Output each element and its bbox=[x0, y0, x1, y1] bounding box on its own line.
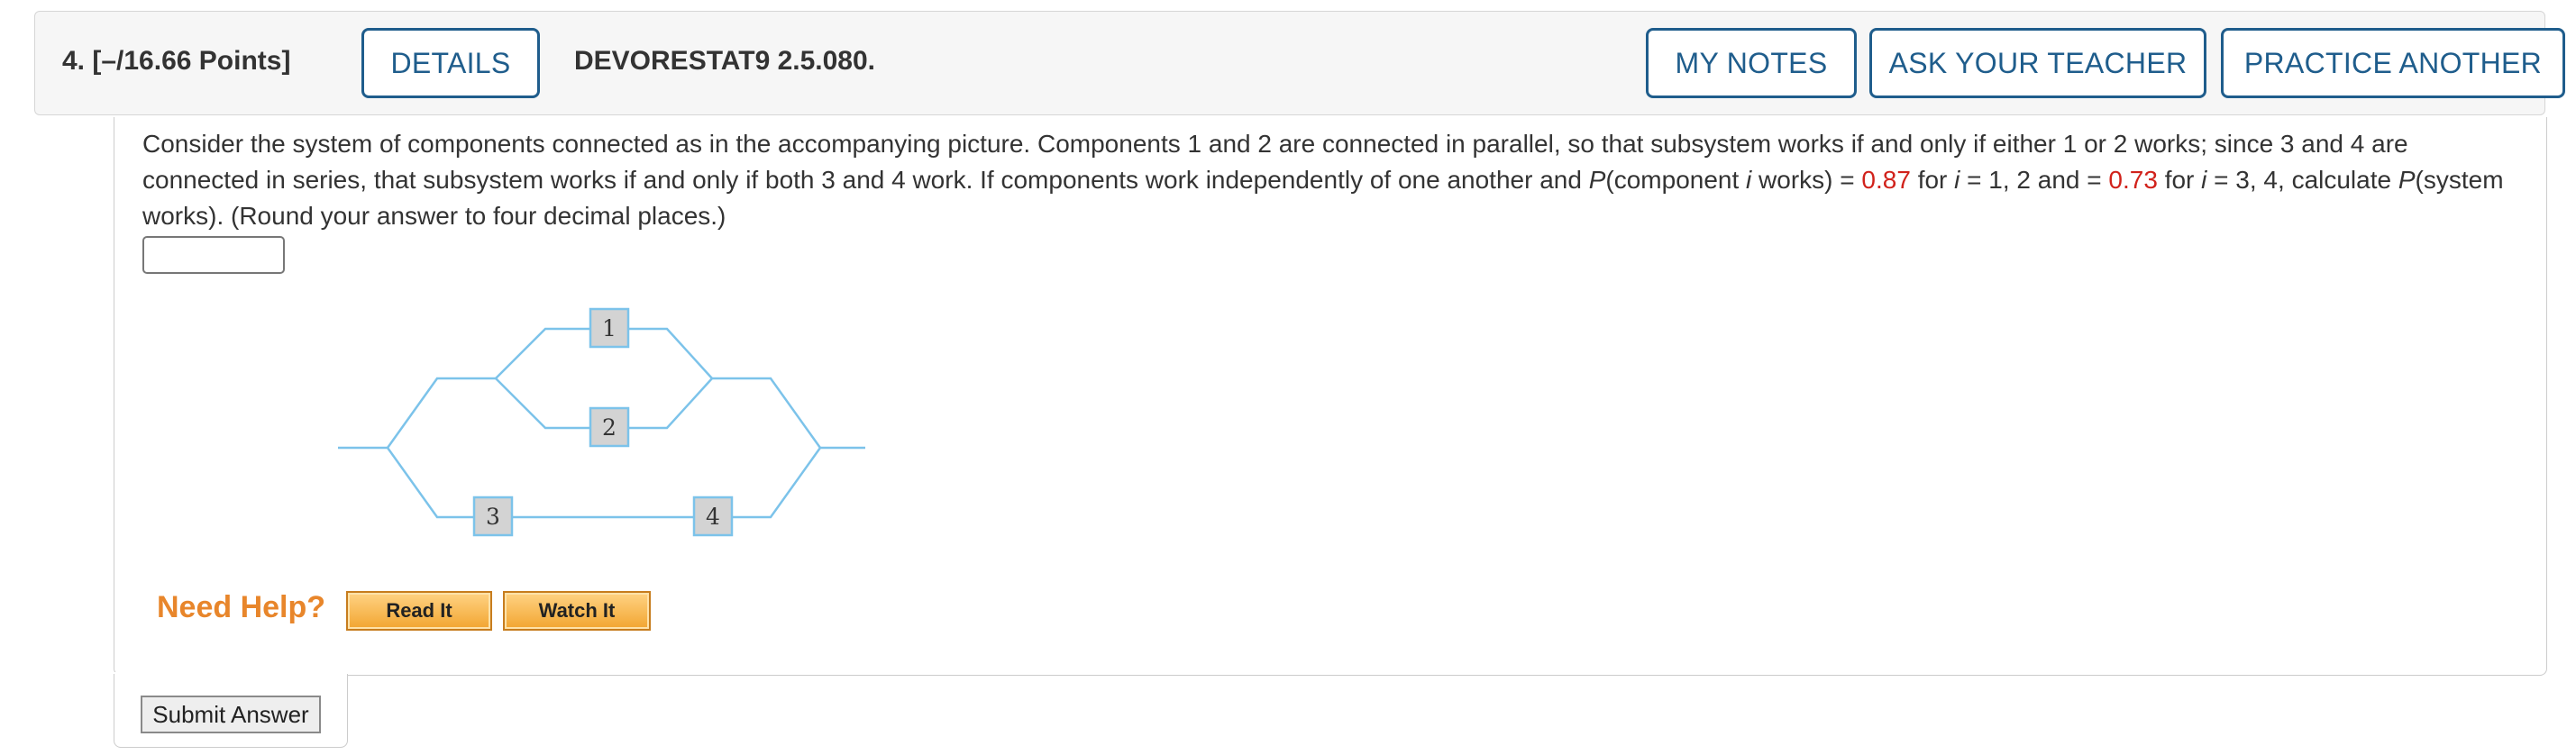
component-3: 3 bbox=[472, 496, 514, 537]
need-help-label: Need Help? bbox=[157, 590, 326, 624]
component-2: 2 bbox=[589, 406, 630, 448]
read-it-button[interactable]: Read It bbox=[346, 591, 492, 631]
watch-it-button[interactable]: Watch It bbox=[503, 591, 651, 631]
details-button[interactable]: DETAILS bbox=[361, 28, 540, 98]
problem-code: DEVORESTAT9 2.5.080. bbox=[574, 46, 876, 76]
system-diagram: 1 2 3 4 bbox=[338, 307, 865, 537]
component-4: 4 bbox=[692, 496, 734, 537]
component-3-label: 3 bbox=[486, 504, 500, 530]
submit-answer-button[interactable]: Submit Answer bbox=[141, 696, 321, 733]
component-1: 1 bbox=[589, 307, 630, 349]
component-1-label: 1 bbox=[602, 315, 617, 341]
my-notes-button[interactable]: MY NOTES bbox=[1646, 28, 1857, 98]
question-points: 4. [–/16.66 Points] bbox=[62, 46, 291, 76]
probability-value-2: 0.73 bbox=[2108, 166, 2158, 194]
answer-input[interactable] bbox=[142, 236, 285, 274]
component-4-label: 4 bbox=[706, 504, 720, 530]
probability-value-1: 0.87 bbox=[1861, 166, 1911, 194]
practice-another-button[interactable]: PRACTICE ANOTHER bbox=[2221, 28, 2565, 98]
question-text: Consider the system of components connec… bbox=[142, 130, 2504, 230]
question-header: 4. [–/16.66 Points] DETAILS DEVORESTAT9 … bbox=[34, 11, 2565, 115]
component-2-label: 2 bbox=[602, 414, 617, 441]
ask-your-teacher-button[interactable]: ASK YOUR TEACHER bbox=[1869, 28, 2206, 98]
